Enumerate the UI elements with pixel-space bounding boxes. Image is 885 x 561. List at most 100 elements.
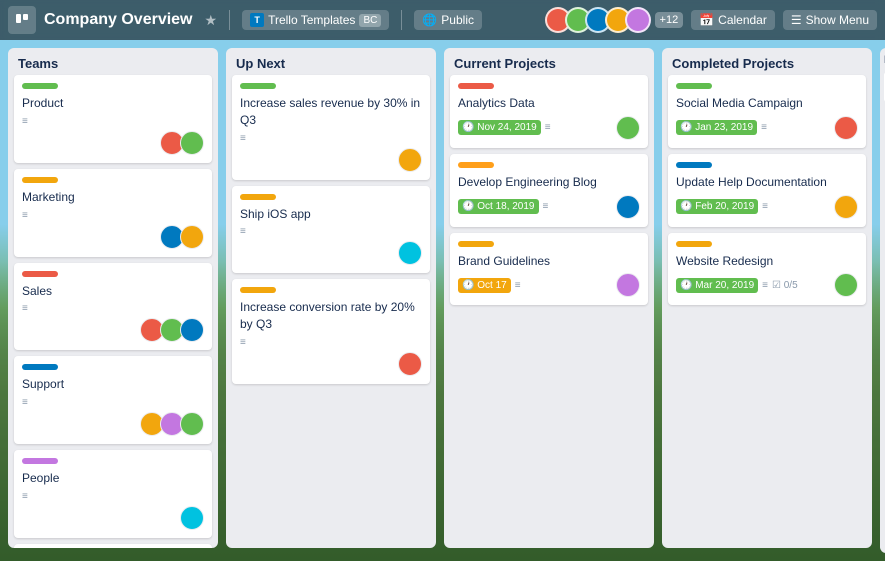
list-partial-cards: C...re... [880, 72, 885, 106]
card-footer: 🕐 Jan 23, 2019 ≡ [676, 116, 858, 140]
public-button[interactable]: 🌐 Public [414, 10, 482, 30]
app-logo[interactable] [8, 6, 36, 34]
card-increase-sales[interactable]: Increase sales revenue by 30% in Q3 ≡ [232, 75, 430, 180]
card-meta: 🕐 Mar 20, 2019 ≡ ☑ 0/5 [676, 278, 798, 293]
board-title: Company Overview [44, 11, 193, 29]
list-icon: ≡ [762, 280, 768, 291]
card-title: Analytics Data [458, 95, 640, 112]
card-title: Increase sales revenue by 30% in Q3 [240, 95, 422, 129]
list-title-completed: Completed Projects [662, 48, 872, 75]
card-increase-conversion[interactable]: Increase conversion rate by 20% by Q3 ≡ [232, 279, 430, 384]
card-dev-blog[interactable]: Develop Engineering Blog 🕐 Oct 18, 2019 … [450, 154, 648, 227]
show-menu-button[interactable]: ☰ Show Menu [783, 10, 877, 30]
card-avatars [838, 195, 858, 219]
card-product[interactable]: Product ≡ [14, 75, 212, 163]
template-button[interactable]: T Trello Templates BC [242, 10, 389, 30]
star-icon[interactable]: ★ [205, 12, 218, 29]
card-support[interactable]: Support ≡ [14, 356, 212, 444]
avatar [180, 506, 204, 530]
card-label [240, 194, 276, 200]
list-icon: ≡ [515, 280, 521, 291]
card-update-help[interactable]: Update Help Documentation 🕐 Feb 20, 2019… [668, 154, 866, 227]
calendar-button[interactable]: 📅 Calendar [691, 10, 775, 30]
avatar [398, 148, 422, 172]
members-avatars[interactable]: +12 [551, 7, 684, 33]
card-date: 🕐 Oct 18, 2019 [458, 199, 539, 214]
avatar [616, 195, 640, 219]
card-title: Brand Guidelines [458, 253, 640, 270]
card-avatars [402, 241, 422, 265]
lines-icon: ≡ [240, 133, 422, 144]
card-analytics[interactable]: Analytics Data 🕐 Nov 24, 2019 ≡ [450, 75, 648, 148]
card-footer: 🕐 Feb 20, 2019 ≡ [676, 195, 858, 219]
list-up-next: Up Next Increase sales revenue by 30% in… [226, 48, 436, 548]
card-ship-ios[interactable]: Ship iOS app ≡ [232, 186, 430, 274]
card-social-media[interactable]: Social Media Campaign 🕐 Jan 23, 2019 ≡ [668, 75, 866, 148]
template-badge: BC [359, 14, 381, 27]
avatar [834, 116, 858, 140]
card-avatars [838, 116, 858, 140]
card-footer: 🕐 Nov 24, 2019 ≡ [458, 116, 640, 140]
card-avatars [164, 131, 204, 155]
lines-icon: ≡ [22, 491, 204, 502]
list-cards-teams: Product ≡ Marketing ≡ [8, 75, 218, 548]
card-it[interactable]: IT ≡ [14, 544, 212, 548]
list-current-projects: Current Projects Analytics Data 🕐 Nov 24… [444, 48, 654, 548]
header: Company Overview ★ T Trello Templates BC… [0, 0, 885, 40]
lines-icon: ≡ [22, 303, 204, 314]
checklist-count: ☑ 0/5 [772, 280, 798, 291]
card-footer [22, 412, 204, 436]
list-cards-up-next: Increase sales revenue by 30% in Q3 ≡ Sh… [226, 75, 436, 390]
card-meta: 🕐 Feb 20, 2019 ≡ [676, 199, 768, 214]
template-label: Trello Templates [268, 13, 355, 27]
card-title: Website Redesign [676, 253, 858, 270]
avatar [616, 116, 640, 140]
card-people[interactable]: People ≡ [14, 450, 212, 538]
calendar-icon: 📅 [699, 13, 714, 27]
card-meta: 🕐 Oct 17 ≡ [458, 278, 521, 293]
card-date: 🕐 Nov 24, 2019 [458, 120, 541, 135]
list-title-current: Current Projects [444, 48, 654, 75]
public-label: Public [441, 13, 474, 27]
card-label [22, 177, 58, 183]
list-title-up-next: Up Next [226, 48, 436, 75]
list-icon: ≡ [762, 201, 768, 212]
avatar [398, 352, 422, 376]
avatar-count: +12 [655, 12, 684, 28]
card-label [22, 83, 58, 89]
card-label [240, 287, 276, 293]
card-title: Support [22, 376, 204, 393]
card-avatars [164, 225, 204, 249]
avatar [180, 412, 204, 436]
card-sales[interactable]: Sales ≡ [14, 263, 212, 351]
card-footer [240, 352, 422, 376]
card-brand-guidelines[interactable]: Brand Guidelines 🕐 Oct 17 ≡ [450, 233, 648, 306]
globe-icon: 🌐 [422, 13, 437, 27]
board-content: Teams Product ≡ Marketing ≡ [0, 40, 885, 561]
avatar [180, 225, 204, 249]
list-partial: B... C...re... [880, 48, 885, 553]
card-avatars [144, 412, 204, 436]
card-avatars [402, 148, 422, 172]
avatar [834, 273, 858, 297]
card-meta: 🕐 Nov 24, 2019 ≡ [458, 120, 551, 135]
card-title: Marketing [22, 189, 204, 206]
menu-icon: ☰ [791, 13, 802, 27]
card-label [22, 364, 58, 370]
card-date: 🕐 Feb 20, 2019 [676, 199, 758, 214]
list-icon: ≡ [543, 201, 549, 212]
card-title: People [22, 470, 204, 487]
card-footer [22, 131, 204, 155]
card-website-redesign[interactable]: Website Redesign 🕐 Mar 20, 2019 ≡ ☑ 0/5 [668, 233, 866, 306]
list-title-teams: Teams [8, 48, 218, 75]
header-divider [229, 10, 230, 30]
trello-icon: T [250, 13, 264, 27]
card-marketing[interactable]: Marketing ≡ [14, 169, 212, 257]
card-avatars [402, 352, 422, 376]
card-title: Social Media Campaign [676, 95, 858, 112]
card-label [458, 241, 494, 247]
card-label [22, 271, 58, 277]
card-avatars [620, 273, 640, 297]
card-avatars [184, 506, 204, 530]
card-label [676, 241, 712, 247]
